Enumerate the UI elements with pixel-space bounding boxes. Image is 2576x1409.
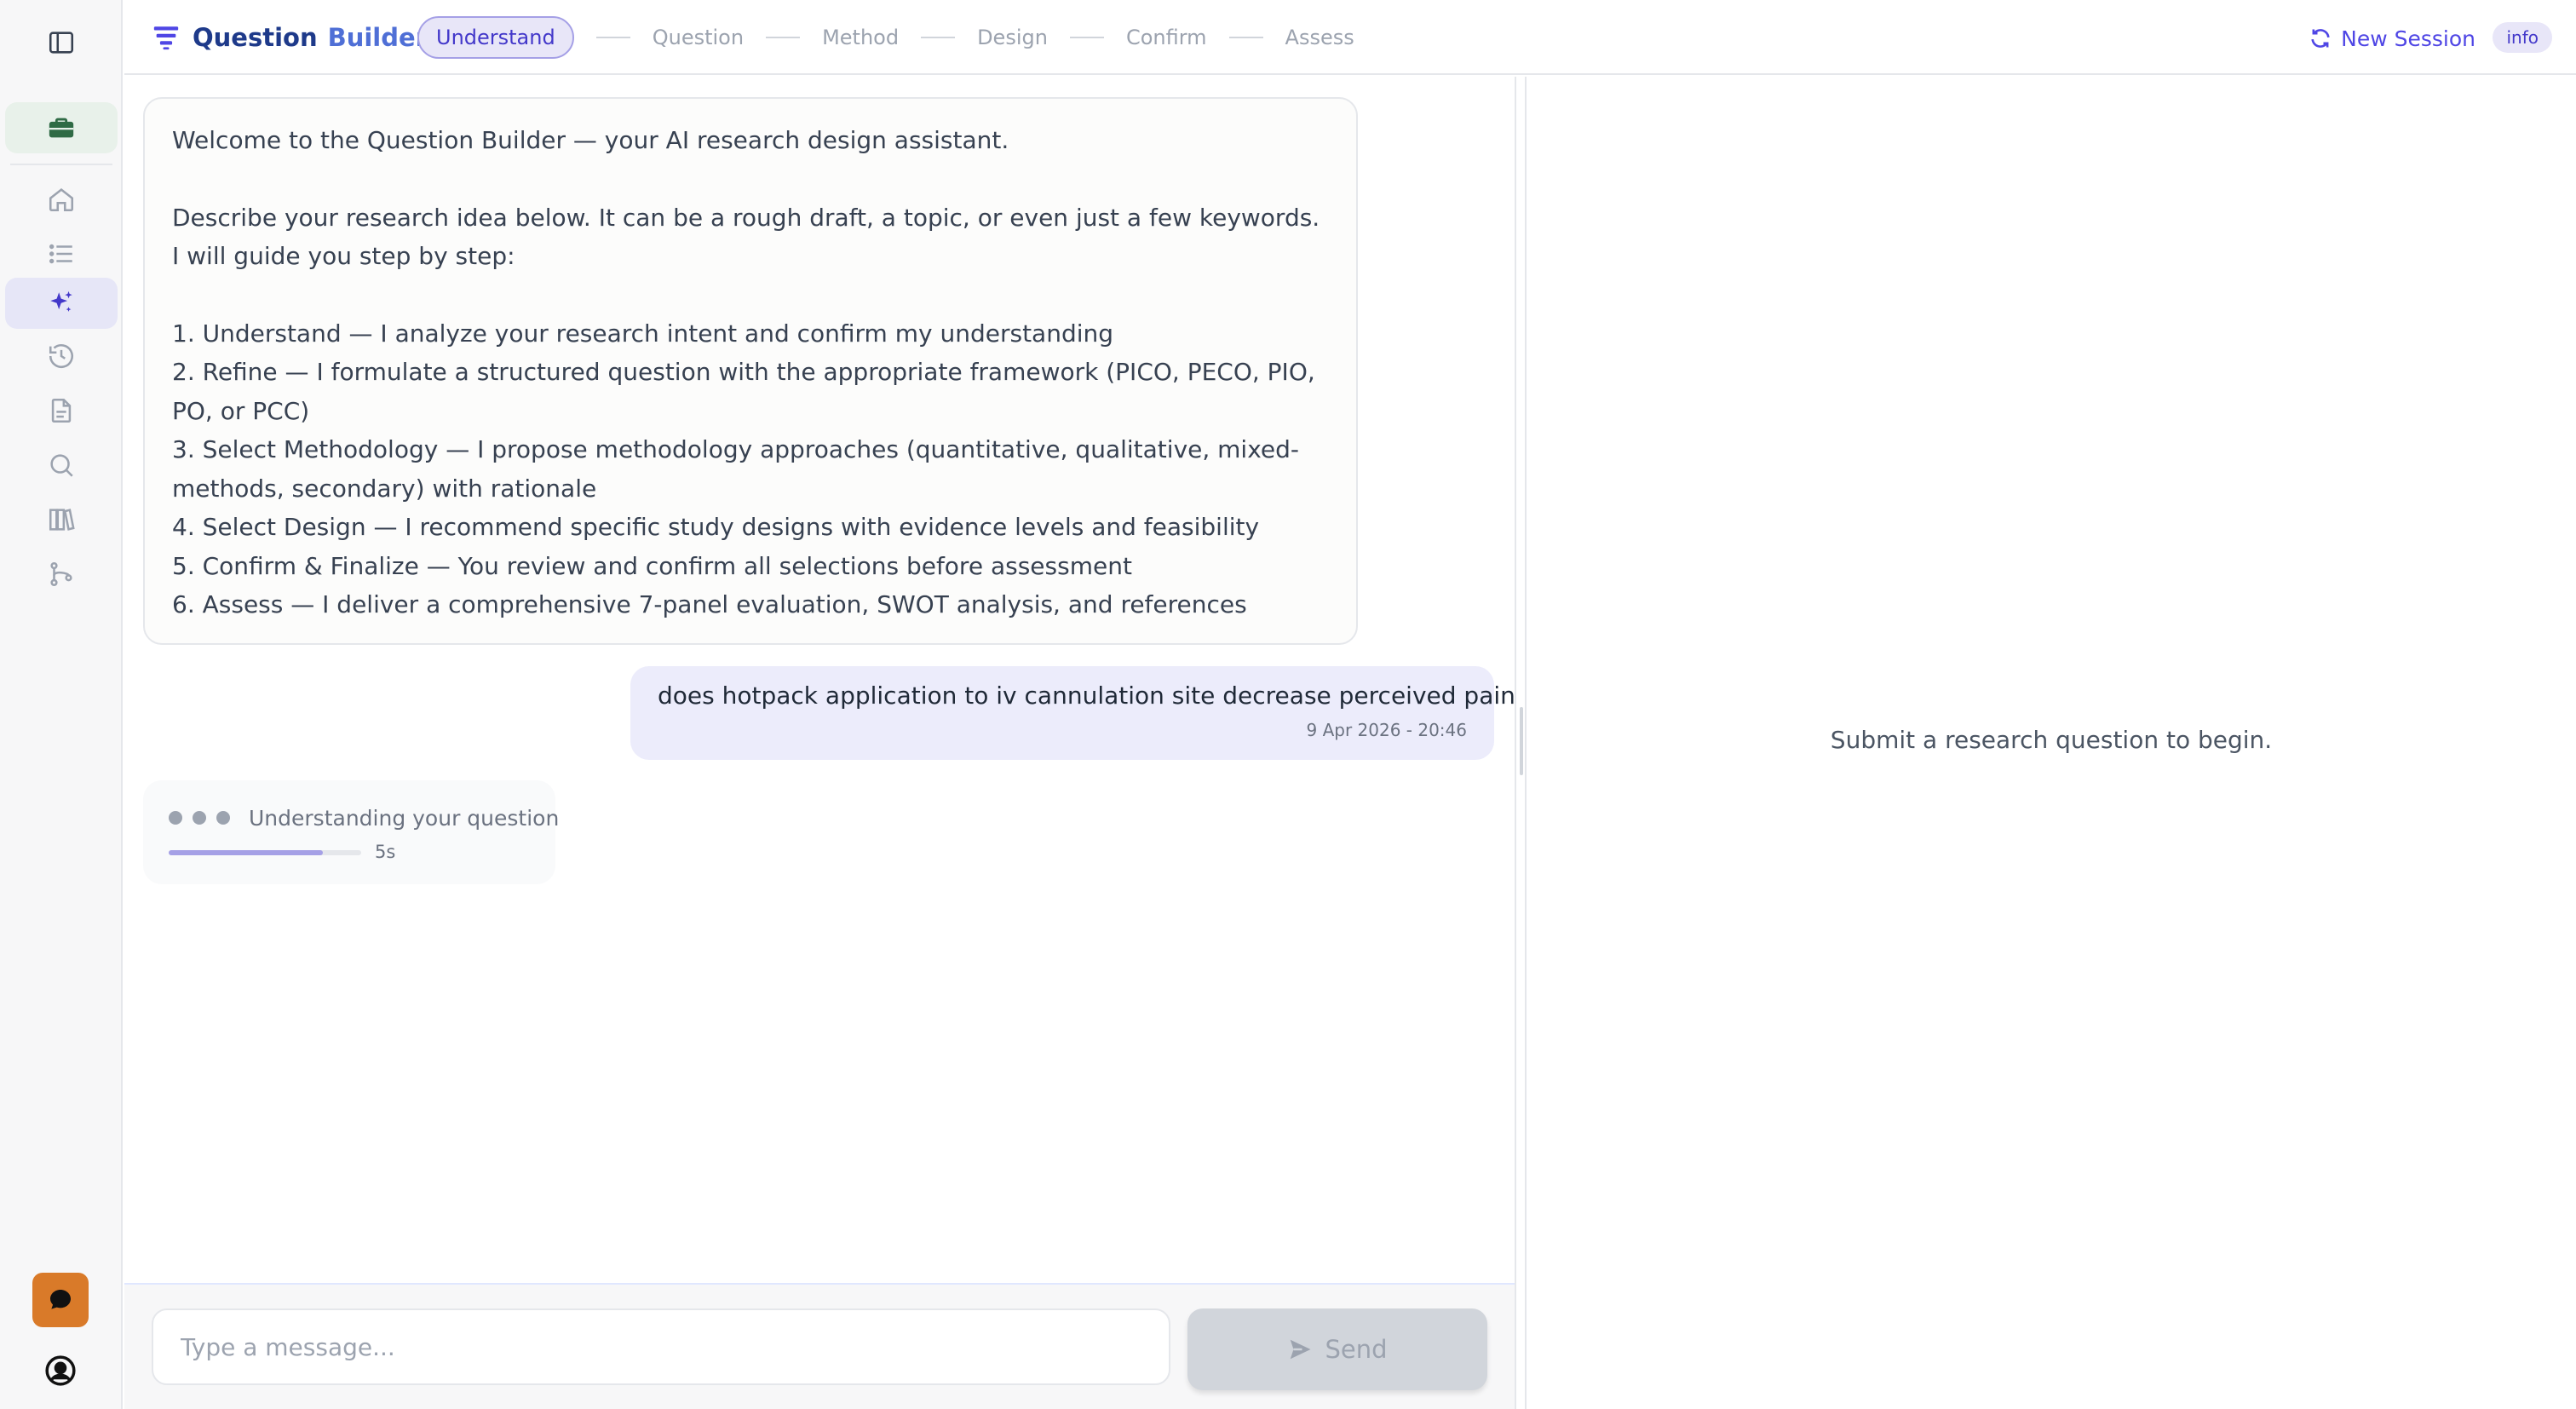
nav-branches-button[interactable]: [5, 549, 118, 600]
search-icon: [50, 454, 73, 477]
step-design[interactable]: Design: [977, 26, 1048, 49]
nav-library-button[interactable]: [5, 494, 118, 545]
message-input[interactable]: [152, 1308, 1170, 1385]
workspace-button[interactable]: [5, 102, 118, 153]
send-label: Send: [1325, 1335, 1388, 1364]
assistant-welcome-message: Welcome to the Question Builder — your A…: [143, 97, 1358, 645]
user-message-text: does hotpack application to iv cannulati…: [658, 681, 1515, 710]
thinking-progress-fill: [169, 850, 323, 855]
brand-logo: Question Builder: [152, 19, 428, 56]
sparkles-icon: [50, 290, 72, 312]
rail-divider: [10, 164, 112, 165]
step-connector: [1069, 37, 1104, 38]
typing-dots: [169, 811, 230, 825]
library-icon: [49, 509, 75, 531]
git-branch-icon: [50, 561, 72, 587]
user-circle-icon[interactable]: [44, 1354, 77, 1387]
step-connector: [921, 37, 956, 38]
nav-history-button[interactable]: [5, 331, 118, 382]
results-pane: Submit a research question to begin.: [1527, 77, 2576, 1409]
send-button[interactable]: Send: [1187, 1308, 1487, 1390]
chat-icon: [50, 1290, 71, 1309]
funnel-stack-icon: [153, 26, 179, 50]
step-assess[interactable]: Assess: [1285, 26, 1354, 49]
pane-resize-handle[interactable]: [1515, 77, 1527, 1409]
sidebar-toggle-icon: [49, 32, 74, 54]
elapsed-time: 5s: [375, 842, 396, 862]
chat-pane: Welcome to the Question Builder — your A…: [124, 77, 1515, 1283]
workflow-stepper: Understand Question Method Design Confir…: [417, 15, 1354, 60]
welcome-step: 3. Select Methodology — I propose method…: [172, 435, 1300, 503]
resize-grip[interactable]: [1520, 707, 1523, 775]
icon-rail: [0, 0, 123, 1409]
welcome-step: 4. Select Design — I recommend specific …: [172, 513, 1260, 541]
step-question[interactable]: Question: [653, 26, 744, 49]
results-empty-state: Submit a research question to begin.: [1830, 726, 2273, 754]
nav-documents-button[interactable]: [5, 385, 118, 436]
refresh-icon: [2311, 29, 2330, 48]
message-composer: Send: [124, 1283, 1515, 1409]
chat-support-button[interactable]: [32, 1273, 89, 1327]
home-icon: [49, 188, 74, 212]
step-connector: [1228, 37, 1263, 38]
welcome-step: 2. Refine — I formulate a structured que…: [172, 358, 1315, 425]
welcome-step: 1. Understand — I analyze your research …: [172, 319, 1114, 348]
brand-title-second: Builder: [327, 23, 428, 52]
send-icon: [1291, 1339, 1311, 1360]
user-message-bubble: does hotpack application to iv cannulati…: [630, 666, 1515, 760]
list-icon: [49, 244, 72, 264]
step-confirm[interactable]: Confirm: [1126, 26, 1207, 49]
assistant-thinking-indicator: Understanding your question 5s: [143, 780, 559, 884]
nav-question-builder-button[interactable]: [5, 278, 118, 329]
new-session-button[interactable]: New Session: [2309, 22, 2475, 55]
briefcase-icon: [49, 118, 74, 138]
welcome-intro: Welcome to the Question Builder — your A…: [172, 126, 1009, 154]
nav-home-button[interactable]: [5, 174, 118, 225]
thinking-label: Understanding your question: [249, 806, 560, 831]
document-icon: [51, 398, 72, 423]
top-header: Question Builder Understand Question Met…: [124, 0, 2576, 75]
thinking-progress-bar: [169, 850, 361, 855]
info-badge[interactable]: info: [2493, 22, 2552, 53]
welcome-step: 6. Assess — I deliver a comprehensive 7-…: [172, 590, 1247, 618]
nav-list-button[interactable]: [5, 228, 118, 279]
message-timestamp: 9 Apr 2026 - 20:46: [1306, 720, 1467, 740]
step-connector: [766, 37, 801, 38]
new-session-label: New Session: [2341, 26, 2475, 51]
history-icon: [49, 344, 74, 369]
welcome-step: 5. Confirm & Finalize — You review and c…: [172, 551, 1132, 580]
welcome-instruction: Describe your research idea below. It ca…: [172, 203, 1320, 271]
brand-title-first: Question: [193, 23, 318, 52]
sidebar-toggle-button[interactable]: [5, 17, 118, 68]
step-connector: [595, 37, 630, 38]
step-understand[interactable]: Understand: [417, 16, 574, 59]
nav-search-button[interactable]: [5, 440, 118, 491]
step-method[interactable]: Method: [822, 26, 899, 49]
